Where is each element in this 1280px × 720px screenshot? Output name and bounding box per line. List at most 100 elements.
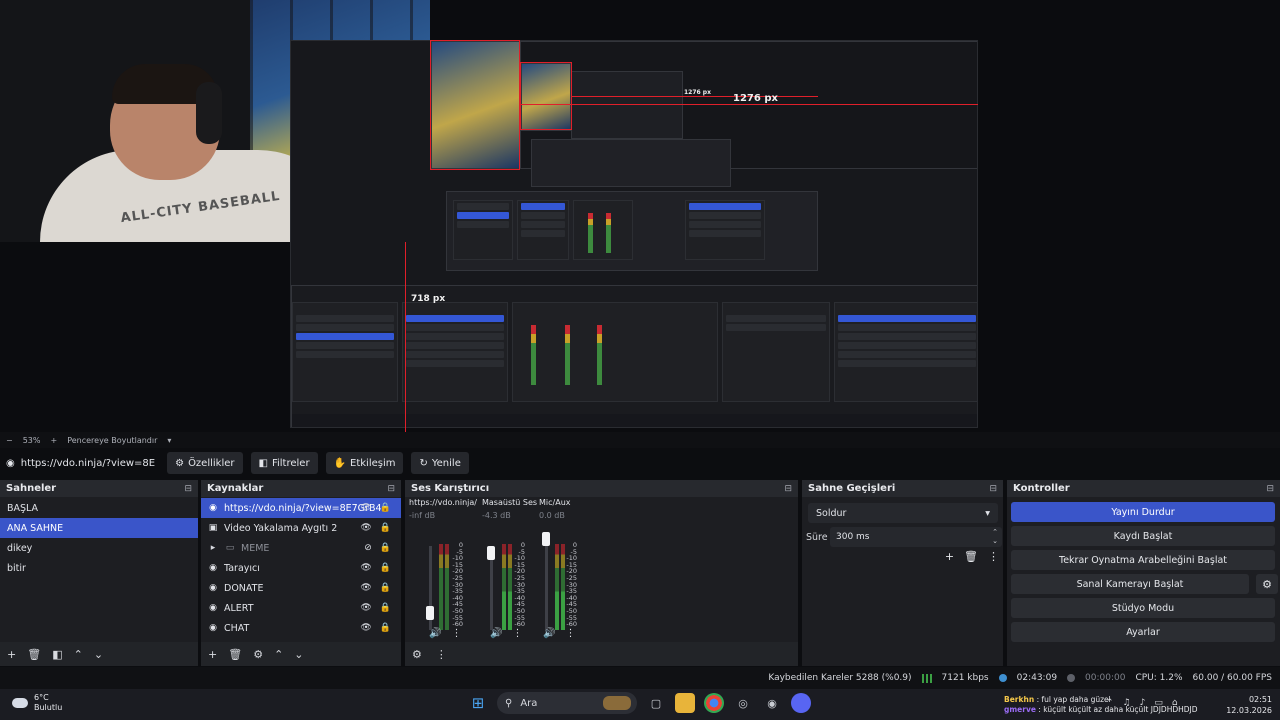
file-explorer-icon[interactable] [675, 693, 695, 713]
clock[interactable]: 02:51 12.03.2026 [1222, 694, 1272, 716]
channel-menu-icon[interactable]: ⋮ [512, 628, 522, 639]
source-properties-button[interactable]: ⚙ [253, 648, 263, 661]
undock-icon[interactable]: ⊟ [184, 484, 192, 494]
source-item[interactable]: ◉ ALERT 👁 🔒 [201, 598, 401, 618]
remove-scene-button[interactable]: 🗑 [27, 648, 41, 661]
advanced-audio-icon[interactable]: ⚙ [412, 648, 422, 661]
mixer-menu-icon[interactable]: ⋮ [436, 648, 447, 661]
move-down-button[interactable]: ⌄ [294, 648, 303, 661]
chrome-icon[interactable] [704, 693, 724, 713]
controls-title: Kontroller [1013, 483, 1070, 494]
move-down-button[interactable]: ⌄ [94, 648, 103, 661]
scene-filters-button[interactable]: ◧ [52, 648, 62, 661]
remove-source-button[interactable]: 🗑 [228, 648, 242, 661]
bitrate: 7121 kbps [941, 673, 989, 683]
lock-icon[interactable]: 🔒 [380, 543, 391, 553]
source-label: MEME [241, 542, 270, 554]
weather-widget[interactable]: 6°C Bulutlu [12, 693, 62, 713]
scene-item[interactable]: bitir [0, 558, 198, 578]
speaker-icon[interactable]: 🔊 [429, 628, 441, 639]
undock-icon[interactable]: ⊟ [784, 484, 792, 494]
lock-icon[interactable]: 🔒 [380, 523, 391, 533]
eye-icon[interactable]: 👁 [360, 623, 371, 633]
studio-mode-button[interactable]: Stüdyo Modu [1011, 598, 1275, 618]
move-up-button[interactable]: ⌃ [74, 648, 83, 661]
source-item[interactable]: ◉ CHAT 👁 🔒 [201, 618, 401, 638]
filters-button[interactable]: ◧ Filtreler [250, 452, 318, 474]
remove-transition-button[interactable]: 🗑 [964, 550, 978, 563]
headset-icon[interactable]: ♫ [1123, 698, 1131, 708]
undock-icon[interactable]: ⊟ [1266, 484, 1274, 494]
transition-menu-icon[interactable]: ⋮ [988, 550, 999, 563]
lock-icon[interactable]: 🔒 [380, 623, 391, 633]
lock-icon[interactable]: 🔒 [380, 603, 391, 613]
source-item-selected[interactable]: ◉ https://vdo.ninja/?view=8E7GrB4 👁 🔒 [201, 498, 401, 518]
interact-button[interactable]: ✋ Etkileşim [325, 452, 404, 474]
program-preview[interactable]: ALL-CITY BASEBALL 1276 px 718 px 1276 px [0, 0, 1280, 432]
settings-button[interactable]: Ayarlar [1011, 622, 1275, 642]
record-status-icon [1067, 674, 1076, 682]
scene-item[interactable]: dikey [0, 538, 198, 558]
properties-button[interactable]: ⚙ Özellikler [167, 452, 243, 474]
zoom-mode-select[interactable]: Pencereye Boyutlandır [67, 436, 157, 445]
move-up-button[interactable]: ⌃ [274, 648, 283, 661]
microphone-icon[interactable]: ♪ [1140, 698, 1146, 708]
virtual-camera-button[interactable]: Sanal Kamerayı Başlat [1011, 574, 1249, 594]
start-recording-button[interactable]: Kaydı Başlat [1011, 526, 1275, 546]
network-icon[interactable]: ⌂ [1172, 698, 1178, 708]
add-source-button[interactable]: + [208, 648, 217, 661]
speaker-icon[interactable]: 🔊 [490, 628, 502, 639]
expand-arrow-icon[interactable]: ▸ [207, 543, 219, 553]
display-icon[interactable]: ▭ [1154, 698, 1163, 708]
source-item-group[interactable]: ▸ ▭ MEME ⊘ 🔒 [201, 538, 401, 558]
red-height-guide [405, 242, 406, 432]
volume-slider[interactable] [545, 546, 548, 630]
scene-item[interactable]: BAŞLA [0, 498, 198, 518]
tray-chevron-icon[interactable]: ⌃ [1106, 698, 1114, 708]
add-scene-button[interactable]: + [7, 648, 16, 661]
zoom-in-button[interactable]: + [50, 436, 57, 445]
dropped-frames: Kaybedilen Kareler 5288 (%0.9) [768, 673, 912, 683]
discord-icon[interactable] [791, 693, 811, 713]
overlay-width-label-small: 1276 px [684, 89, 711, 96]
gear-icon[interactable]: ⚙ [1256, 574, 1278, 594]
volume-knob[interactable] [542, 532, 550, 546]
obs-icon[interactable]: ◉ [762, 693, 782, 713]
speaker-icon[interactable]: 🔊 [543, 628, 555, 639]
undock-icon[interactable]: ⊟ [989, 484, 997, 494]
eye-hidden-icon[interactable]: ⊘ [364, 543, 372, 553]
source-item[interactable]: ◉ DONATE 👁 🔒 [201, 578, 401, 598]
source-toolbar: ◉ https://vdo.ninja/?view=8E ⚙ Özellikle… [0, 450, 1280, 476]
source-list: ◉ https://vdo.ninja/?view=8E7GrB4 👁 🔒 ▣ V… [201, 497, 401, 638]
eye-icon[interactable]: 👁 [360, 583, 371, 593]
lock-icon[interactable]: 🔒 [380, 583, 391, 593]
channel-menu-icon[interactable]: ⋮ [451, 628, 461, 639]
refresh-button[interactable]: ↻ Yenile [411, 452, 469, 474]
eye-icon[interactable]: 👁 [360, 603, 371, 613]
taskbar-search[interactable]: ⚲ Ara [497, 692, 637, 714]
channel-menu-icon[interactable]: ⋮ [565, 628, 575, 639]
volume-knob[interactable] [426, 606, 434, 620]
lock-icon[interactable]: 🔒 [380, 563, 391, 573]
eye-icon[interactable]: 👁 [360, 563, 371, 573]
undock-icon[interactable]: ⊟ [387, 484, 395, 494]
lock-icon[interactable]: 🔒 [380, 503, 391, 513]
scene-item-selected[interactable]: ANA SAHNE [0, 518, 198, 538]
volume-knob[interactable] [487, 546, 495, 560]
task-view-icon[interactable]: ▢ [646, 693, 666, 713]
add-transition-button[interactable]: + [945, 550, 954, 563]
spinner-icon[interactable]: ⌃ ⌄ [992, 528, 998, 546]
eye-icon[interactable]: 👁 [360, 503, 371, 513]
source-item[interactable]: ◉ Tarayıcı 👁 🔒 [201, 558, 401, 578]
selected-source-name: https://vdo.ninja/?view=8E [20, 457, 156, 469]
source-item[interactable]: ▣ Video Yakalama Aygıtı 2 👁 🔒 [201, 518, 401, 538]
steam-icon[interactable]: ◎ [733, 693, 753, 713]
stop-stream-button[interactable]: Yayını Durdur [1011, 502, 1275, 522]
windows-start-icon[interactable]: ⊞ [468, 693, 488, 713]
duration-field[interactable]: 300 ms ⌃ ⌄ [830, 527, 1002, 547]
chevron-down-icon[interactable]: ▾ [167, 436, 171, 445]
eye-icon[interactable]: 👁 [360, 523, 371, 533]
replay-buffer-button[interactable]: Tekrar Oynatma Arabelleğini Başlat [1011, 550, 1275, 570]
transition-select[interactable]: Soldur ▾ [808, 503, 998, 523]
zoom-out-button[interactable]: − [6, 436, 13, 445]
